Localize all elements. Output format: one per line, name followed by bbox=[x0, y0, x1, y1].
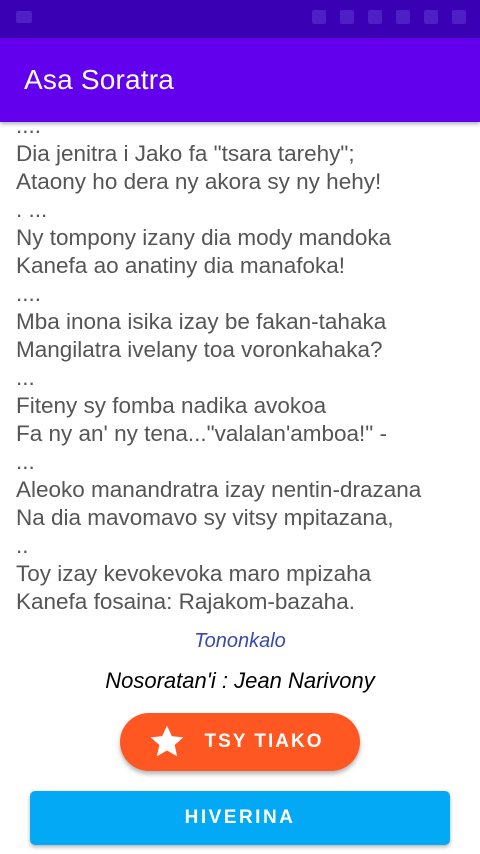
poem-line: ... bbox=[16, 449, 35, 474]
back-button[interactable]: HIVERINA bbox=[30, 791, 450, 845]
poem-line: Ataony ho dera ny akora sy ny hehy! bbox=[16, 169, 382, 194]
battery-icon bbox=[424, 10, 438, 24]
status-icons bbox=[312, 10, 466, 24]
dislike-button-label: TSY TIAKO bbox=[204, 731, 324, 752]
app-bar: Asa Soratra bbox=[0, 38, 480, 122]
poem-line: ... bbox=[16, 365, 35, 390]
poem-line: Fa ny an' ny tena..."valalan'amboa!" - bbox=[16, 421, 388, 446]
wifi-icon bbox=[340, 10, 354, 24]
poem-line: Aleoko manandratra izay nentin-drazana bbox=[16, 477, 422, 502]
poem-line: Toy izay kevokevoka maro mpizaha bbox=[16, 561, 372, 586]
poem-line: Kanefa ao anatiny dia manafoka! bbox=[16, 253, 345, 278]
poem-line: Kanefa fosaina: Rajakom-bazaha. bbox=[16, 589, 355, 614]
dislike-button[interactable]: TSY TIAKO bbox=[120, 713, 360, 771]
poem-line: Fiteny sy fomba nadika avokoa bbox=[16, 393, 327, 418]
poem-line: Mba inona isika izay be fakan-tahaka bbox=[16, 309, 387, 334]
signal-icon-2 bbox=[396, 10, 410, 24]
poem-line: Dia jenitra i Jako fa "tsara tarehy"; bbox=[16, 141, 355, 166]
app-title: Asa Soratra bbox=[24, 64, 175, 95]
status-bar bbox=[0, 0, 480, 38]
poem-line: .. bbox=[16, 533, 29, 558]
poem-line: . ... bbox=[16, 197, 48, 222]
poem-line: .... bbox=[16, 281, 42, 306]
notification-icon bbox=[16, 11, 32, 23]
genre-link[interactable]: Tononkalo bbox=[0, 630, 480, 653]
clock-icon bbox=[452, 10, 466, 24]
author-label: Nosoratan'i : Jean Narivony bbox=[105, 668, 375, 693]
back-button-label: HIVERINA bbox=[184, 807, 296, 828]
poem-line: Na dia mavomavo sy vitsy mpitazana, bbox=[16, 505, 394, 530]
star-icon bbox=[150, 725, 183, 757]
signal-icon bbox=[368, 10, 382, 24]
poem-line: Mangilatra ivelany toa voronkahaka? bbox=[16, 337, 383, 362]
poem-line: Ny tompony izany dia mody mandoka bbox=[16, 225, 392, 250]
poem-text: .... Dia jenitra i Jako fa "tsara tarehy"… bbox=[16, 112, 472, 616]
vibrate-icon bbox=[312, 10, 326, 24]
